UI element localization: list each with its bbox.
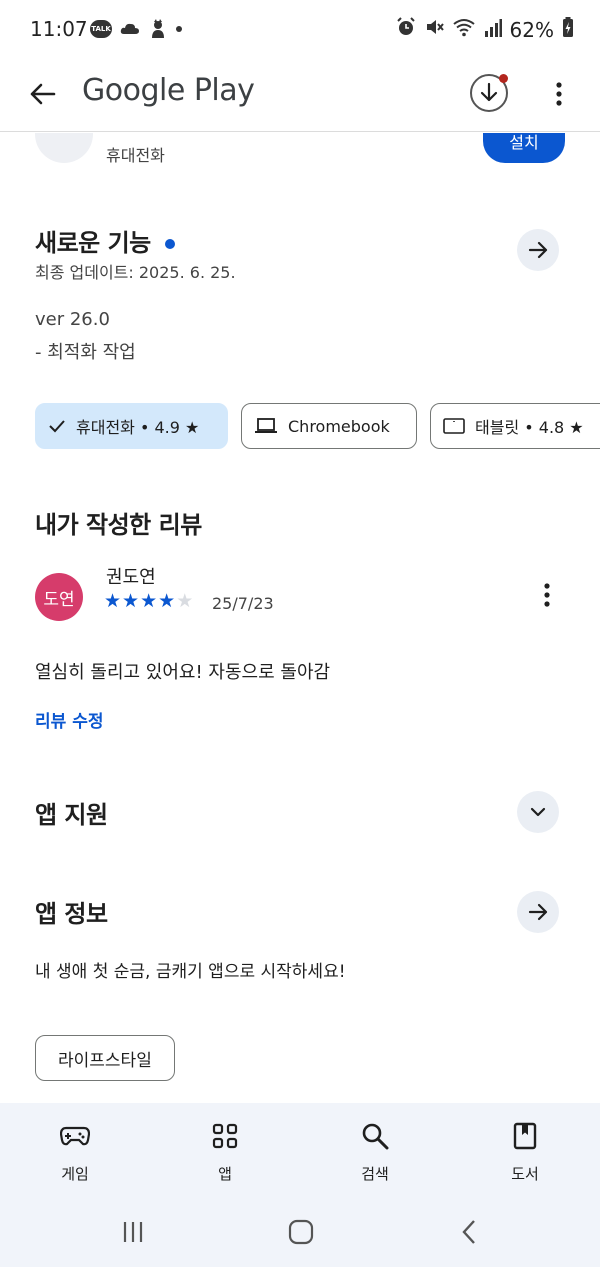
arrow-forward-icon (528, 903, 548, 921)
app-info-title: 앱 정보 (35, 900, 108, 928)
phone-icon (53, 133, 75, 135)
change-note: - 최적화 작업 (35, 342, 136, 363)
cloud-notification-icon (120, 20, 140, 38)
my-review-title: 내가 작성한 리뷰 (35, 511, 202, 539)
category-chip[interactable]: 라이프스타일 (35, 1035, 175, 1081)
review-more-button[interactable] (534, 579, 560, 611)
star-empty-icon: ★ (176, 590, 194, 612)
star-filled-icon: ★ (104, 590, 122, 612)
status-bar: 11:07 TALK 62% (0, 0, 600, 60)
arrow-forward-icon (528, 241, 548, 259)
book-icon (508, 1121, 542, 1151)
chip-chromebook-label: Chromebook (288, 416, 390, 436)
device-icon-badge (35, 133, 93, 163)
system-status-icons: 62% (396, 17, 574, 42)
nav-apps[interactable]: 앱 (150, 1103, 300, 1195)
chevron-left-icon (462, 1220, 475, 1244)
notification-icons: TALK (90, 19, 182, 38)
last-updated: 최종 업데이트: 2025. 6. 25. (35, 263, 236, 282)
review-text: 열심히 돌리고 있어요! 자동으로 돌아감 (35, 662, 331, 683)
chip-chromebook[interactable]: Chromebook (241, 403, 417, 449)
nav-games-label: 게임 (61, 1165, 89, 1183)
star-filled-icon: ★ (158, 590, 176, 612)
battery-icon (562, 17, 574, 42)
app-description: 내 생애 첫 순금, 금캐기 앱으로 시작하세요! (35, 962, 346, 982)
alarm-icon (396, 17, 416, 42)
review-date: 25/7/23 (212, 594, 274, 613)
whats-new-arrow-button[interactable] (517, 229, 559, 271)
signal-icon (484, 18, 502, 42)
chip-phone-rating[interactable]: 휴대전화 • 4.9 ★ (35, 403, 228, 449)
nav-books-label: 도서 (511, 1165, 539, 1183)
app-title: Google Play (82, 73, 255, 108)
search-icon (358, 1121, 392, 1151)
app-info-arrow-button[interactable] (517, 891, 559, 933)
apps-grid-icon (208, 1121, 242, 1151)
status-time: 11:07 (30, 17, 88, 41)
edit-review-link[interactable]: 리뷰 수정 (35, 707, 103, 732)
install-button[interactable]: 설치 (483, 133, 565, 163)
whats-new-title-text: 새로운 기능 (35, 229, 151, 257)
chip-tablet-label: 태블릿 • 4.8 ★ (475, 418, 584, 437)
more-vert-icon (544, 583, 550, 607)
whats-new-title: 새로운 기능 (35, 223, 175, 258)
star-filled-icon: ★ (122, 590, 140, 612)
recent-apps-button[interactable] (113, 1215, 153, 1249)
character-notification-icon (148, 19, 168, 38)
app-support-expand-button[interactable] (517, 791, 559, 833)
home-icon (288, 1219, 314, 1245)
app-support-title: 앱 지원 (35, 801, 108, 829)
battery-percent: 62% (509, 17, 554, 42)
more-vert-icon (556, 82, 562, 106)
app-detail-content[interactable]: 휴대전화 설치 새로운 기능 최종 업데이트: 2025. 6. 25. ver… (0, 133, 600, 1103)
chip-phone-label: 휴대전화 • 4.9 ★ (76, 418, 200, 437)
wifi-icon (452, 17, 476, 42)
nav-games[interactable]: 게임 (0, 1103, 150, 1195)
more-notifications-dot (176, 26, 182, 32)
talk-notification-icon: TALK (90, 20, 112, 38)
laptop-icon (255, 418, 277, 433)
nav-books[interactable]: 도서 (450, 1103, 600, 1195)
bottom-navigation: 게임 앱 검색 도서 (0, 1103, 600, 1195)
download-badge-dot (499, 74, 508, 83)
chip-tablet-rating[interactable]: 태블릿 • 4.8 ★ (430, 403, 600, 449)
mute-icon (424, 17, 444, 42)
tablet-icon (443, 418, 465, 434)
nav-search[interactable]: 검색 (300, 1103, 450, 1195)
downloads-button[interactable] (470, 74, 508, 112)
check-icon (49, 420, 65, 433)
arrow-back-icon (30, 83, 56, 105)
version-text: ver 26.0 (35, 309, 110, 330)
download-icon (480, 82, 498, 102)
chevron-down-icon (530, 807, 546, 817)
system-navigation-bar (0, 1195, 600, 1267)
system-back-button[interactable] (449, 1215, 489, 1249)
star-filled-icon: ★ (140, 590, 158, 612)
new-indicator-dot (164, 239, 175, 249)
nav-apps-label: 앱 (218, 1165, 232, 1183)
recents-icon (123, 1222, 143, 1242)
reviewer-name: 권도연 (106, 567, 156, 588)
avatar: 도연 (35, 573, 83, 621)
home-button[interactable] (281, 1215, 321, 1249)
more-options-button[interactable] (544, 76, 574, 112)
nav-search-label: 검색 (361, 1165, 389, 1183)
app-bar: Google Play (0, 60, 600, 132)
gamepad-icon (58, 1121, 92, 1151)
star-rating: ★ ★ ★ ★ ★ (104, 591, 193, 611)
device-label: 휴대전화 (106, 146, 165, 165)
back-button[interactable] (24, 76, 60, 112)
